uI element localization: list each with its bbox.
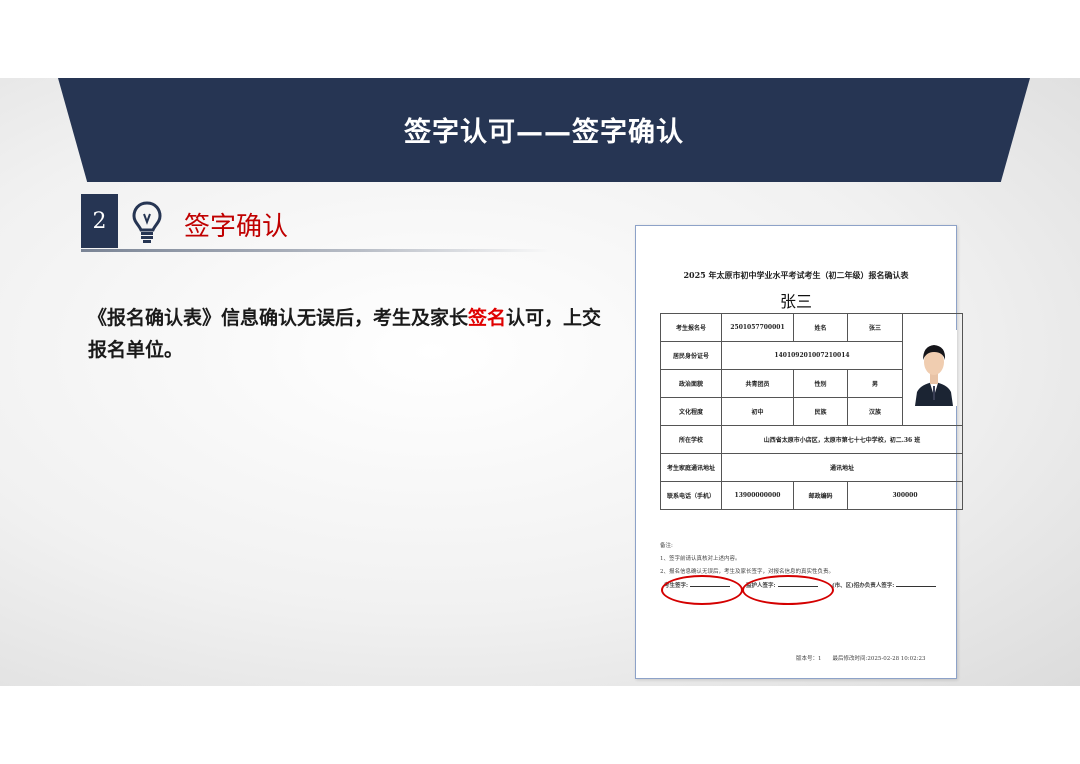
form-notes: 备注: 1、签字前请认真核对上述内容。 2、报名信息确认无误后，考生及家长签字，… [660,543,835,575]
student-name: 张三 [779,292,812,311]
lightbulb-icon [130,200,164,244]
office-signature: (市、区)招办负责人签字: [832,581,937,589]
guardian-signature-circle [742,575,834,605]
version-info: 版本号：1 最后修改时间:2025-02-28 10:02:23 [796,656,926,662]
table-row: 考生家庭通讯地址 通讯地址 [660,453,963,482]
student-photo [911,330,957,406]
section-number: 2 [81,194,118,248]
photo-cell [902,313,963,426]
page-title: 签字认可——签字确认 [404,117,684,148]
section-title: 签字确认 [184,212,289,242]
table-row: 联系电话（手机） 13900000000 邮政编码 300000 [660,481,963,510]
table-row: 考生报名号 2501057700001 姓名 张三 [660,313,963,426]
student-signature-circle [661,575,743,605]
registration-form-image: 2025 年太原市初中学业水平考试考生（初二年级）报名确认表 张三 考生报名号 2… [635,225,963,679]
form-table: 考生报名号 2501057700001 姓名 张三 居民身份证号 1401092010… [660,313,963,510]
signature-highlight: 签名 [468,307,507,329]
section-divider [81,249,551,252]
instruction-text: 《报名确认表》信息确认无误后，考生及家长签名认可，上交报名单位。 [88,307,602,361]
form-title: 2025 年太原市初中学业水平考试考生（初二年级）报名确认表 [683,270,909,280]
table-row: 所在学校 山西省太原市小店区，太原市第七十七中学校，初二.36 班 [660,425,963,454]
